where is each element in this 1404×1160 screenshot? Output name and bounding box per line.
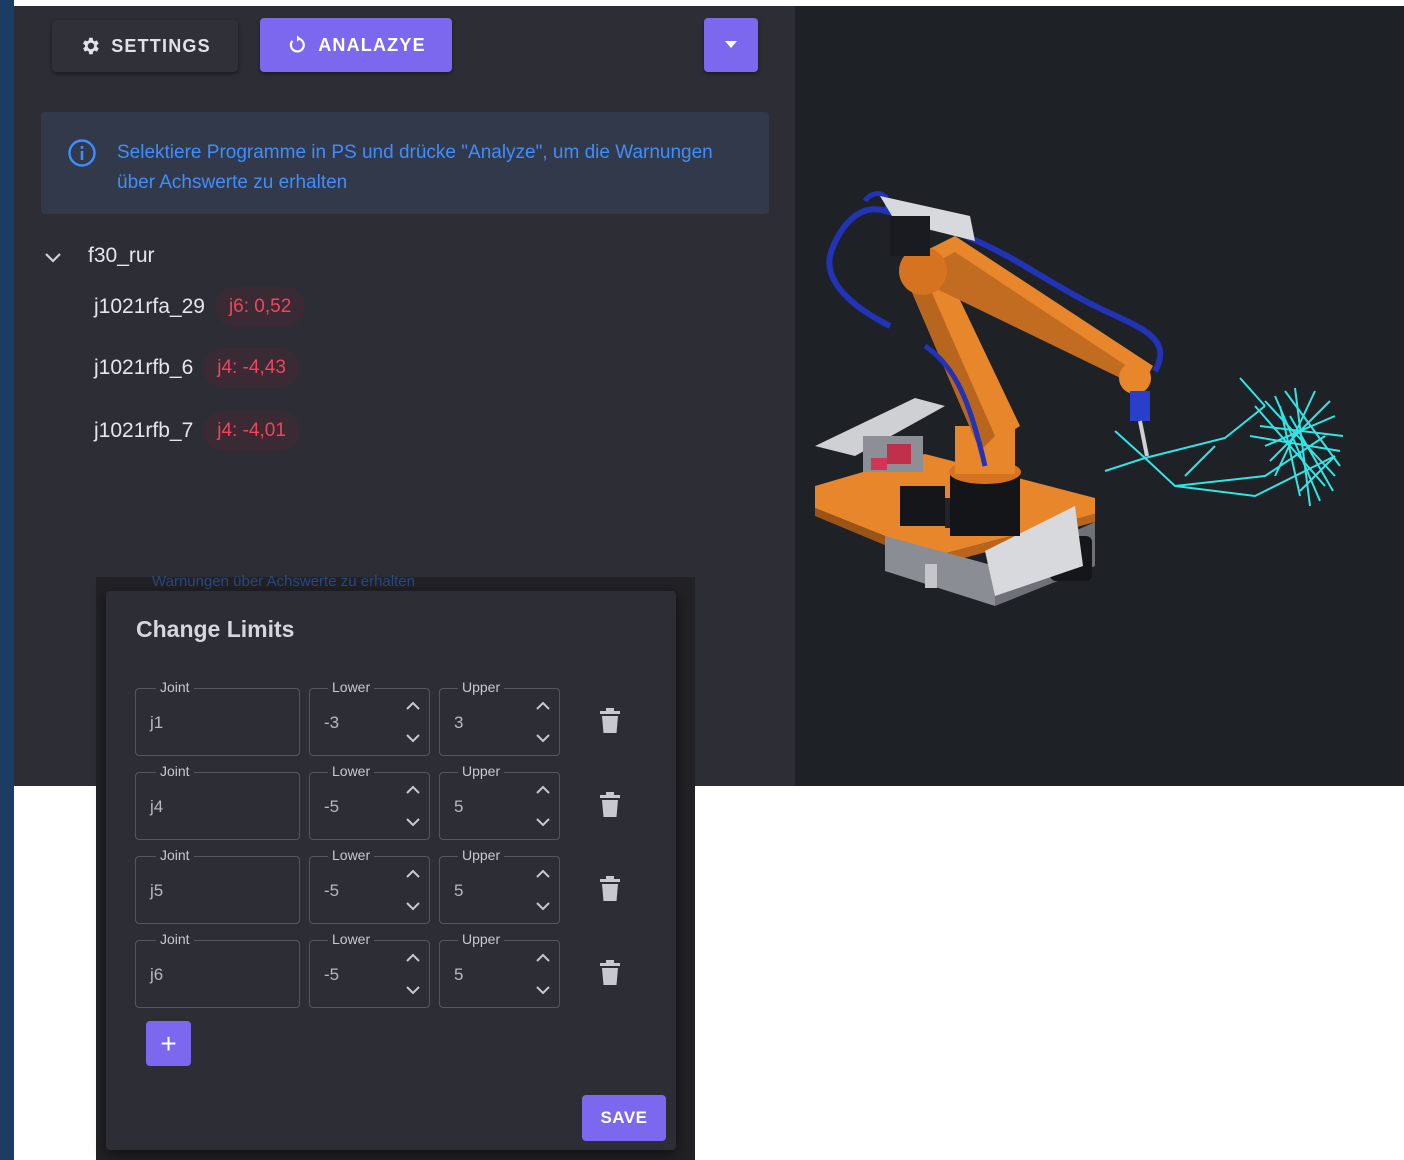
joint-field[interactable]: Joint j5 [135,847,300,924]
decrement-icon[interactable] [405,817,421,829]
upper-value: 5 [454,881,464,900]
gear-icon [83,37,99,55]
analyze-button-label: ANALAZYE [318,34,426,55]
settings-button-label: SETTINGS [111,35,211,56]
lower-value: -5 [324,965,340,984]
joint-field[interactable]: Joint j4 [135,763,300,840]
upper-value: 3 [454,713,464,732]
joint-field[interactable]: Joint j1 [135,679,300,756]
upper-field[interactable]: Upper 5 [439,847,560,924]
program-label: j1021rfb_6 [94,356,194,379]
joint-label: Joint [156,679,194,695]
joint-label: Joint [156,847,194,863]
warning-badge: j4: -4,01 [203,411,300,451]
info-message: Selektiere Programme in PS und drücke "A… [117,142,713,193]
tree-root-label[interactable]: f30_rur [88,244,155,268]
joint-value: j4 [150,797,164,816]
info-alert: Selektiere Programme in PS und drücke "A… [41,112,769,214]
settings-button[interactable]: SETTINGS [52,20,238,72]
lower-field[interactable]: Lower -5 [309,763,430,840]
upper-label: Upper [458,679,505,695]
info-circle-icon [68,139,96,167]
warning-badge: j6: 0,52 [214,287,306,327]
lower-label: Lower [328,931,375,947]
upper-label: Upper [458,763,505,779]
lower-label: Lower [328,763,375,779]
decrement-icon[interactable] [405,985,421,997]
dialog-title: Change Limits [136,616,295,642]
joint-field[interactable]: Joint j6 [135,931,300,1008]
robot-cell-model [815,191,1344,606]
decrement-icon[interactable] [405,733,421,745]
upper-value: 5 [454,965,464,984]
upper-value: 5 [454,797,464,816]
lower-value: -5 [324,881,340,900]
desktop-edge [0,0,14,1160]
app-screen: SETTINGS ANALAZYE Selektiere Programme i… [0,0,1404,1160]
lower-value: -5 [324,797,340,816]
lower-field[interactable]: Lower -3 [309,679,430,756]
increment-icon[interactable] [535,783,551,795]
caret-down-icon [725,41,737,48]
increment-icon[interactable] [405,951,421,963]
lower-label: Lower [328,847,375,863]
background-ghost-text: Warnungen über Achswerte zu erhalten [152,573,415,590]
warning-badge: j4: -4,43 [203,348,300,388]
joint-value: j5 [150,881,164,900]
program-label: j1021rfb_7 [94,419,194,442]
refresh-icon [290,35,306,53]
increment-icon[interactable] [405,867,421,879]
lower-value: -3 [324,713,340,732]
add-limit-button[interactable]: + [146,1021,191,1066]
increment-icon[interactable] [405,783,421,795]
tree-item[interactable]: j1021rfb_7 j4: -4,01 [94,411,300,451]
lower-field[interactable]: Lower -5 [309,931,430,1008]
lower-label: Lower [328,679,375,695]
joint-label: Joint [156,931,194,947]
decrement-icon[interactable] [535,817,551,829]
upper-field[interactable]: Upper 5 [439,763,560,840]
program-label: j1021rfa_29 [94,295,205,318]
upper-label: Upper [458,847,505,863]
increment-icon[interactable] [405,699,421,711]
trash-icon[interactable] [599,960,621,986]
chevron-down-icon[interactable] [42,246,64,268]
trash-icon[interactable] [599,792,621,818]
trash-icon[interactable] [599,708,621,734]
increment-icon[interactable] [535,867,551,879]
upper-field[interactable]: Upper 5 [439,931,560,1008]
trash-icon[interactable] [599,876,621,902]
joint-value: j6 [150,965,164,984]
tree-item[interactable]: j1021rfa_29 j6: 0,52 [94,287,306,327]
analyze-button[interactable]: ANALAZYE [260,18,452,72]
robot-3d-viewport[interactable] [795,6,1404,786]
upper-label: Upper [458,931,505,947]
lower-field[interactable]: Lower -5 [309,847,430,924]
decrement-icon[interactable] [535,985,551,997]
increment-icon[interactable] [535,951,551,963]
decrement-icon[interactable] [405,901,421,913]
joint-label: Joint [156,763,194,779]
decrement-icon[interactable] [535,733,551,745]
tree-item[interactable]: j1021rfb_6 j4: -4,43 [94,348,300,388]
increment-icon[interactable] [535,699,551,711]
save-button[interactable]: SAVE [582,1095,666,1141]
decrement-icon[interactable] [535,901,551,913]
upper-field[interactable]: Upper 3 [439,679,560,756]
analyze-options-dropdown[interactable] [704,18,758,72]
joint-value: j1 [150,713,164,732]
